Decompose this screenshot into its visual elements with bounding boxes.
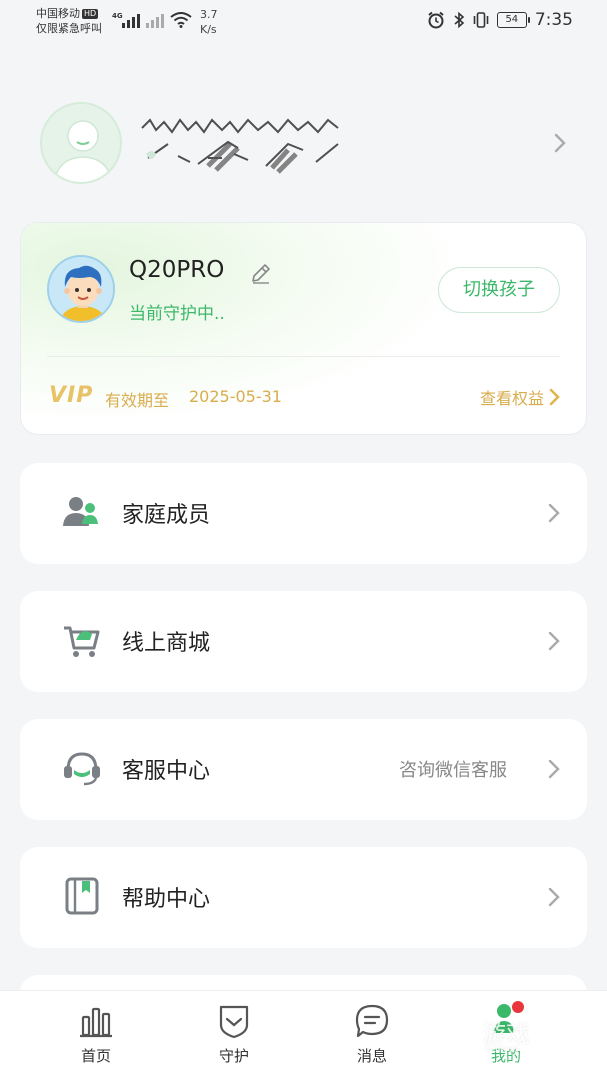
nav-messages-label: 消息: [356, 1047, 387, 1065]
masked-username: [141, 118, 339, 174]
signal-icon: [122, 12, 140, 28]
chevron-right-icon: [548, 759, 560, 779]
shopping-cart-icon: [64, 626, 100, 657]
chevron-right-icon[interactable]: [553, 132, 567, 154]
status-right: 54 7:35: [427, 10, 573, 30]
child-card: Q20PRO 当前守护中.. 切换孩子 VIP 有效期至 2025-05-31 …: [20, 222, 587, 435]
chevron-right-icon: [548, 887, 560, 907]
vip-expiry-date: 2025-05-31: [189, 387, 282, 406]
chevron-right-icon: [548, 631, 560, 651]
user-avatar-icon[interactable]: [40, 102, 122, 184]
menu-label: 家庭成员: [122, 503, 211, 528]
chevron-right-gold-icon: [549, 388, 560, 406]
battery-level: 54: [505, 14, 519, 25]
profile-row[interactable]: [20, 92, 587, 192]
customer-service-icon: [64, 752, 100, 786]
signal-2-icon: [146, 12, 164, 28]
network-speed: 3.7 K/s: [200, 7, 218, 37]
switch-child-button[interactable]: 切换孩子: [438, 267, 560, 313]
menu-item-help-center[interactable]: 帮助中心: [20, 847, 587, 948]
speed-unit: K/s: [200, 23, 217, 36]
hd-badge: HD: [82, 9, 99, 19]
menu-label: 客服中心: [122, 759, 211, 784]
watermark-logo: 游戏 Games: [430, 1012, 600, 1064]
card-divider: [47, 356, 560, 357]
alarm-icon: [428, 11, 444, 29]
message-icon: [355, 1004, 389, 1038]
nav-messages[interactable]: 消息: [312, 991, 432, 1080]
wifi-icon: [170, 12, 192, 28]
page: 中国移动 HD 仅限紧急呼叫 4G 3.7 K/s 54 7:35 Q20PRO…: [0, 0, 607, 1080]
menu-label: 线上商城: [122, 631, 211, 656]
edit-icon[interactable]: [249, 261, 273, 285]
speed-value: 3.7: [200, 8, 218, 21]
watermark-sub: Games: [484, 1044, 519, 1055]
nav-guard-label: 守护: [218, 1047, 249, 1065]
bluetooth-icon: [454, 11, 465, 29]
menu-label: 帮助中心: [122, 887, 211, 912]
vip-label: 有效期至: [105, 391, 170, 410]
shield-icon: [219, 1005, 249, 1039]
carrier-info: 中国移动 HD 仅限紧急呼叫: [36, 6, 102, 36]
clock: 7:35: [534, 10, 573, 30]
home-chart-icon: [80, 1007, 112, 1038]
child-avatar-icon: [47, 255, 115, 323]
view-benefits-label: 查看权益: [479, 389, 544, 408]
status-bar: 中国移动 HD 仅限紧急呼叫 4G 3.7 K/s 54 7:35: [0, 0, 607, 44]
nav-home[interactable]: 首页: [36, 991, 156, 1080]
family-members-icon: [63, 497, 98, 526]
view-benefits-link[interactable]: 查看权益: [480, 385, 560, 409]
vip-badge: VIP: [49, 383, 94, 408]
menu-item-customer-service[interactable]: 客服中心 咨询微信客服: [20, 719, 587, 820]
carrier-name: 中国移动: [36, 7, 80, 20]
watermark-logo-icon: [436, 1020, 474, 1054]
menu-item-family-members[interactable]: 家庭成员: [20, 463, 587, 564]
wechat-service-hint: 咨询微信客服: [399, 760, 507, 781]
help-book-icon: [65, 877, 99, 915]
menu-item-online-store[interactable]: 线上商城: [20, 591, 587, 692]
emergency-text: 仅限紧急呼叫: [36, 22, 102, 35]
vibrate-icon: [473, 12, 489, 28]
guard-status: 当前守护中..: [129, 304, 225, 324]
nav-guard[interactable]: 守护: [174, 991, 294, 1080]
nav-home-label: 首页: [80, 1047, 111, 1065]
battery-icon: 54: [496, 12, 530, 28]
chevron-right-icon: [548, 503, 560, 523]
child-name: Q20PRO: [129, 257, 225, 283]
